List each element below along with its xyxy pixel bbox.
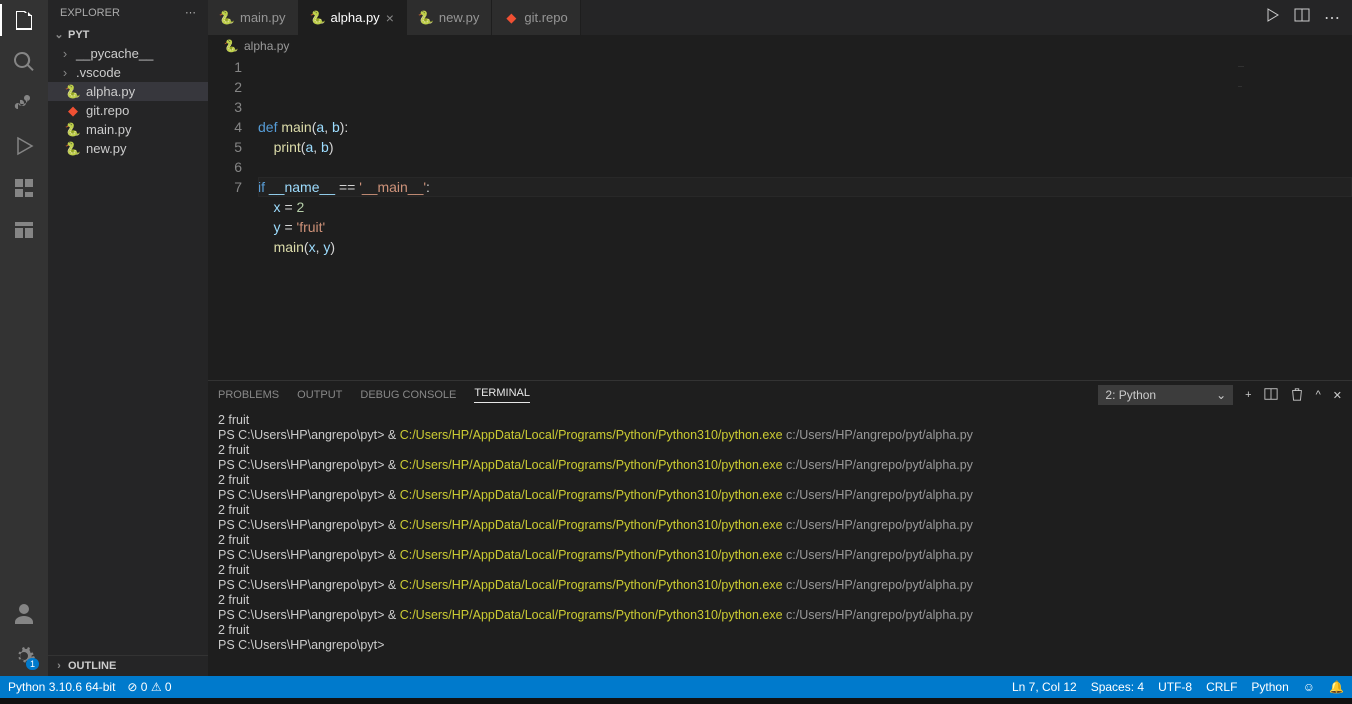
editor-area: 🐍main.py🐍alpha.py×🐍new.py◆git.repo ⋯ 🐍 a… [208, 0, 1352, 676]
status-problems[interactable]: ⊘ 0 ⚠ 0 [127, 680, 171, 694]
extensions-icon[interactable] [12, 176, 36, 200]
file-item[interactable]: › __pycache__ [48, 44, 208, 63]
file-item[interactable]: 🐍 alpha.py [48, 82, 208, 101]
chevron-down-icon: ⌄ [54, 28, 64, 41]
file-label: __pycache__ [76, 46, 153, 61]
status-lang[interactable]: Python [1251, 680, 1288, 694]
account-icon[interactable] [12, 602, 36, 626]
file-label: main.py [86, 122, 132, 137]
git-icon: ◆ [66, 104, 80, 118]
python-icon: 🐍 [66, 123, 80, 137]
panel-tab[interactable]: PROBLEMS [218, 389, 279, 401]
more-icon[interactable]: ⋯ [1324, 8, 1340, 28]
chevron-down-icon: ⌄ [1216, 388, 1226, 402]
python-icon: 🐍 [224, 39, 238, 53]
status-ln-col[interactable]: Ln 7, Col 12 [1012, 680, 1077, 694]
split-icon[interactable] [1294, 7, 1310, 28]
breadcrumb[interactable]: 🐍 alpha.py [208, 35, 1352, 57]
editor-tabs: 🐍 main.py 🐍 alpha.py × 🐍 new.py ◆ git.repo ⋯ [208, 0, 1352, 35]
terminal-selector-label: 2: Python [1105, 388, 1156, 402]
chevron-right-icon: › [60, 65, 70, 80]
chevron-up-icon[interactable]: ^ [1316, 389, 1321, 401]
source-control-icon[interactable] [12, 92, 36, 116]
python-icon: 🐍 [66, 142, 80, 156]
tab-label: git.repo [524, 10, 567, 25]
project-section[interactable]: ⌄ PYT [48, 25, 208, 44]
explorer-header: EXPLORER ⋯ [48, 0, 208, 25]
settings-icon[interactable]: 1 [12, 644, 36, 668]
debug-icon[interactable] [12, 134, 36, 158]
os-taskbar [0, 698, 1352, 704]
panel-tab[interactable]: TERMINAL [474, 387, 530, 403]
panel-tab[interactable]: DEBUG CONSOLE [360, 389, 456, 401]
status-bar: Python 3.10.6 64-bit ⊘ 0 ⚠ 0 Ln 7, Col 1… [0, 676, 1352, 698]
chevron-right-icon: › [60, 46, 70, 61]
status-spaces[interactable]: Spaces: 4 [1091, 680, 1144, 694]
files-icon[interactable] [12, 8, 36, 32]
panel-tab[interactable]: OUTPUT [297, 389, 342, 401]
settings-badge: 1 [26, 658, 39, 670]
editor-tab[interactable]: ◆ git.repo [492, 0, 580, 35]
file-label: git.repo [86, 103, 129, 118]
layout-icon[interactable] [12, 218, 36, 242]
run-icon[interactable] [1264, 7, 1280, 28]
chevron-right-icon: › [54, 660, 64, 672]
line-gutter: 1234567 [208, 57, 258, 380]
close-icon[interactable]: × [386, 10, 394, 26]
status-eol[interactable]: CRLF [1206, 680, 1237, 694]
file-item[interactable]: › .vscode [48, 63, 208, 82]
file-item[interactable]: 🐍 new.py [48, 139, 208, 158]
tab-label: new.py [439, 10, 479, 25]
python-icon: 🐍 [66, 85, 80, 99]
editor-tab[interactable]: 🐍 main.py [208, 0, 299, 35]
explorer-title: EXPLORER [60, 7, 120, 19]
tab-label: main.py [240, 10, 286, 25]
panel-tabs: PROBLEMS OUTPUT DEBUG CONSOLE TERMINAL 2: P… [208, 381, 1352, 409]
file-label: new.py [86, 141, 126, 156]
breadcrumb-label: alpha.py [244, 39, 289, 53]
close-icon[interactable]: ✕ [1333, 389, 1342, 402]
tab-label: alpha.py [331, 10, 380, 25]
file-item[interactable]: 🐍 main.py [48, 120, 208, 139]
more-icon[interactable]: ⋯ [185, 6, 196, 19]
explorer-sidebar: EXPLORER ⋯ ⌄ PYT › __pycache__ › .vscode 🐍 al… [48, 0, 208, 676]
outline-section[interactable]: › OUTLINE [48, 655, 208, 676]
file-item[interactable]: ◆ git.repo [48, 101, 208, 120]
editor-tab[interactable]: 🐍 alpha.py × [299, 0, 407, 35]
project-name: PYT [68, 29, 89, 41]
bell-icon[interactable]: 🔔 [1329, 680, 1344, 694]
outline-label: OUTLINE [68, 660, 116, 672]
search-icon[interactable] [12, 50, 36, 74]
minimap[interactable]: ▬▬▬▬▬▬▬▬▬▬▬▬▬▬ [1238, 57, 1338, 117]
feedback-icon[interactable]: ☺ [1303, 680, 1315, 694]
file-label: alpha.py [86, 84, 135, 99]
trash-icon[interactable] [1290, 387, 1304, 404]
split-terminal-icon[interactable] [1264, 387, 1278, 404]
file-label: .vscode [76, 65, 121, 80]
terminal-selector[interactable]: 2: Python ⌄ [1098, 385, 1233, 405]
activity-bar: 1 [0, 0, 48, 676]
git-icon: ◆ [504, 11, 518, 25]
status-encoding[interactable]: UTF-8 [1158, 680, 1192, 694]
terminal-output[interactable]: 2 fruitPS C:\Users\HP\angrepo\pyt> & C:/… [208, 409, 1352, 676]
status-python[interactable]: Python 3.10.6 64-bit [8, 680, 115, 694]
code-editor[interactable]: 1234567 def main(a, b): print(a, b) if _… [208, 57, 1352, 380]
new-terminal-icon[interactable]: + [1245, 389, 1251, 401]
python-icon: 🐍 [419, 11, 433, 25]
code-content[interactable]: def main(a, b): print(a, b) if __name__ … [258, 57, 1352, 380]
bottom-panel: PROBLEMS OUTPUT DEBUG CONSOLE TERMINAL 2: P… [208, 380, 1352, 676]
python-icon: 🐍 [311, 11, 325, 25]
editor-tab[interactable]: 🐍 new.py [407, 0, 492, 35]
python-icon: 🐍 [220, 11, 234, 25]
file-tree: › __pycache__ › .vscode 🐍 alpha.py ◆ git.repo 🐍 m… [48, 44, 208, 655]
